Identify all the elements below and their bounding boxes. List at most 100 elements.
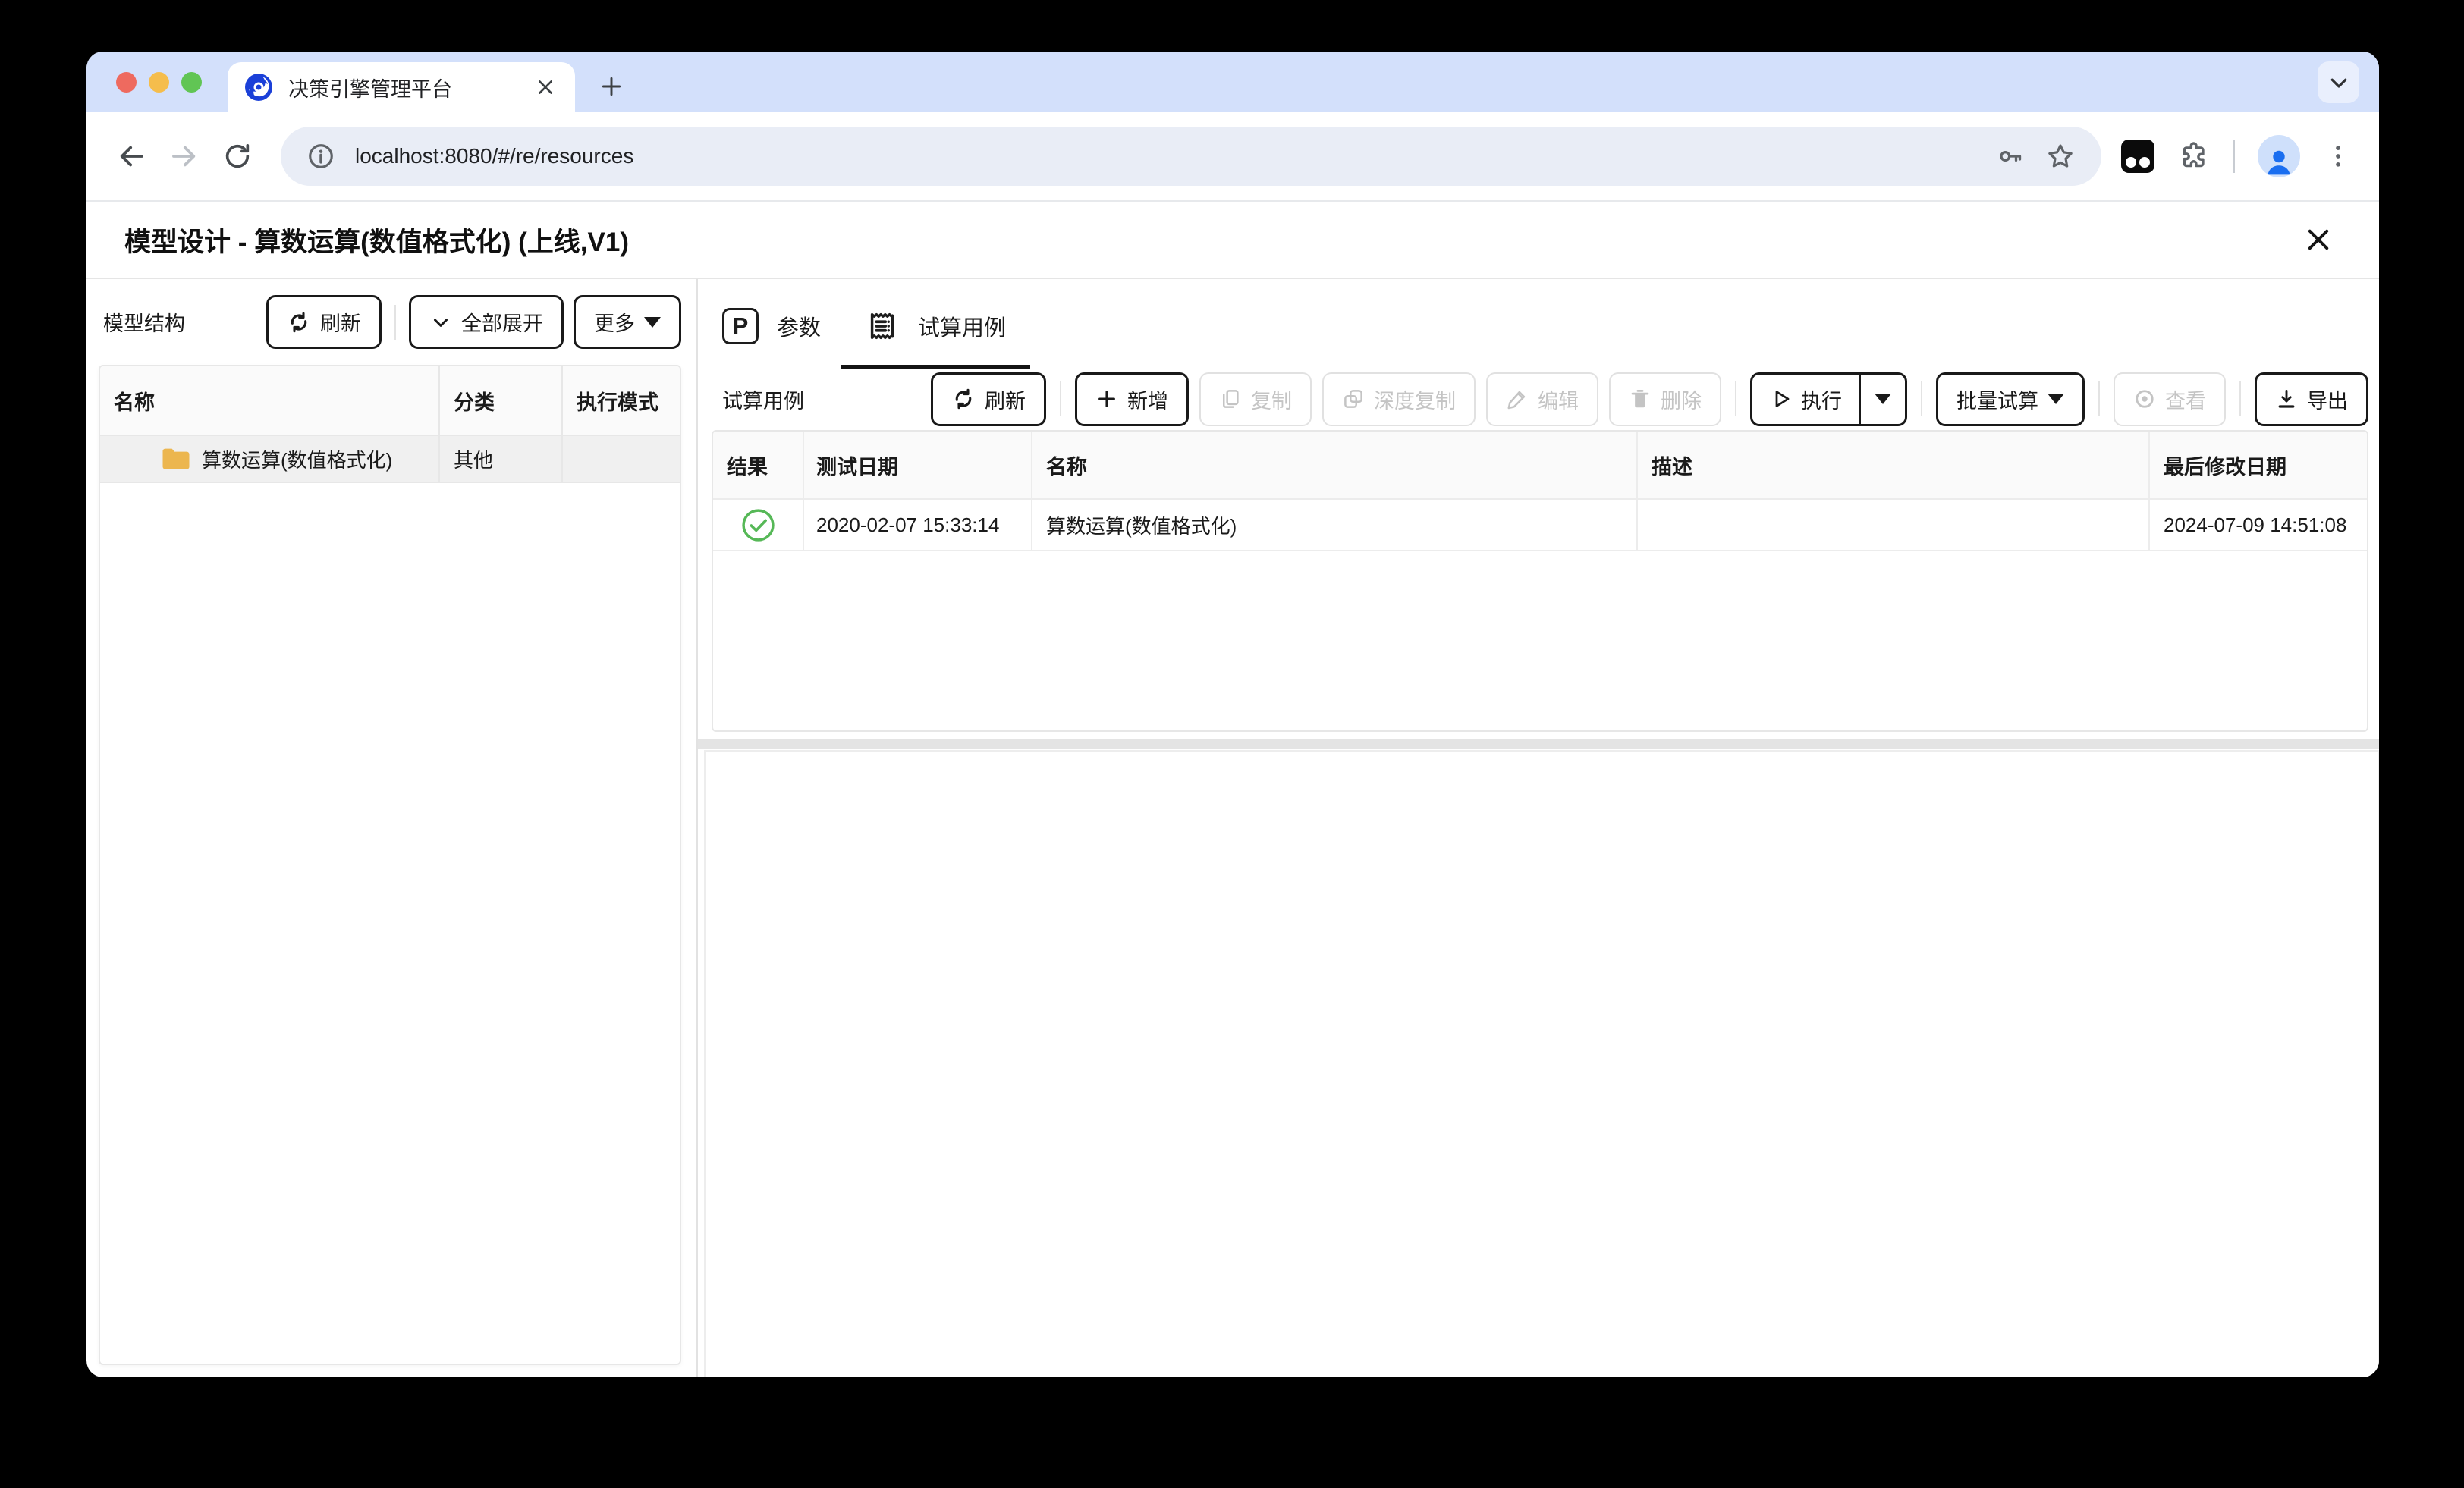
cases-refresh-button[interactable]: 刷新 <box>931 372 1046 426</box>
lower-empty-panel <box>704 750 2379 1377</box>
tree-col-exec-mode: 执行模式 <box>577 391 658 414</box>
model-structure-label: 模型结构 <box>103 312 185 335</box>
tab-trial-cases-label: 试算用例 <box>918 316 1007 341</box>
trial-cases-section-label: 试算用例 <box>722 389 804 413</box>
trial-cases-toolbar: 试算用例 刷新 新增 复制 深度复制 编辑 删除 执行 批量试算 查看 导出 <box>712 372 2368 426</box>
tab-strip: 决策引擎管理平台 <box>86 52 2379 112</box>
case-name: 算数运算(数值格式化) <box>1032 500 1638 550</box>
model-structure-panel: 模型结构 刷新 全部展开 更多 名称 分类 执行模式 算数运算(数值格式化) 其… <box>86 279 698 1377</box>
caret-down-icon <box>1875 394 1891 404</box>
folder-icon <box>161 446 191 472</box>
new-tab-button[interactable] <box>589 64 634 109</box>
favicon <box>244 73 273 102</box>
content-area: 模型结构 刷新 全部展开 更多 名称 分类 执行模式 算数运算(数值格式化) 其… <box>86 279 2379 1377</box>
deep-copy-button[interactable]: 深度复制 <box>1322 372 1476 426</box>
col-last-modified: 最后修改日期 <box>2164 455 2286 479</box>
modal-close-icon[interactable] <box>2302 223 2335 256</box>
extensions-puzzle-icon[interactable] <box>2177 140 2211 173</box>
add-case-label: 新增 <box>1127 389 1168 413</box>
tree-col-name: 名称 <box>100 366 440 435</box>
bookmark-star-icon[interactable] <box>2045 141 2076 171</box>
batch-trial-button[interactable]: 批量试算 <box>1936 372 2085 426</box>
case-row[interactable]: 2020-02-07 15:33:14 算数运算(数值格式化) 2024-07-… <box>713 500 2367 551</box>
detail-tabs: P 参数 试算用例 <box>712 279 2368 372</box>
batch-trial-label: 批量试算 <box>1956 389 2038 413</box>
page-title: 模型设计 - 算数运算(数值格式化) (上线,V1) <box>124 227 629 257</box>
browser-window: 决策引擎管理平台 localhost:8080/#/re/resources 模… <box>86 52 2379 1377</box>
cases-refresh-label: 刷新 <box>985 389 1026 413</box>
button-separator <box>394 304 396 340</box>
edit-case-label: 编辑 <box>1538 389 1579 413</box>
tab-search-button[interactable] <box>2318 61 2359 103</box>
edit-case-button[interactable]: 编辑 <box>1486 372 1598 426</box>
tab-parameters-label: 参数 <box>777 316 822 341</box>
deep-copy-label: 深度复制 <box>1374 389 1456 413</box>
cases-table-header: 结果 测试日期 名称 描述 最后修改日期 <box>713 432 2367 500</box>
execute-dropdown-button[interactable] <box>1861 375 1905 424</box>
tab-close-icon[interactable] <box>533 74 558 100</box>
caret-down-icon <box>644 316 661 328</box>
tree-row[interactable]: 算数运算(数值格式化) 其他 <box>100 436 680 483</box>
tree-row-name: 算数运算(数值格式化) <box>202 448 393 472</box>
execute-label: 执行 <box>1801 389 1842 413</box>
toolbar-right <box>2121 135 2358 177</box>
copy-case-label: 复制 <box>1251 389 1292 413</box>
model-structure-table: 名称 分类 执行模式 算数运算(数值格式化) 其他 <box>99 365 681 1365</box>
more-label: 更多 <box>594 312 635 335</box>
case-description <box>1638 500 2150 550</box>
execute-button[interactable]: 执行 <box>1752 375 1859 424</box>
receipt-list-icon <box>865 309 900 344</box>
caret-down-icon <box>2048 394 2064 404</box>
expand-all-button[interactable]: 全部展开 <box>409 295 564 349</box>
button-separator <box>2098 381 2100 416</box>
password-key-icon[interactable] <box>1995 141 2026 171</box>
browser-toolbar: localhost:8080/#/re/resources <box>86 112 2379 202</box>
tree-refresh-label: 刷新 <box>320 312 361 335</box>
case-last-modified: 2024-07-09 14:51:08 <box>2164 513 2347 536</box>
delete-case-label: 删除 <box>1661 389 1702 413</box>
window-minimize-light[interactable] <box>149 72 169 93</box>
tree-table-header: 名称 分类 执行模式 <box>100 366 680 436</box>
detail-panel: P 参数 试算用例 试算用例 刷新 新增 复制 深度复制 编辑 删除 执行 批量… <box>698 279 2379 1377</box>
tree-refresh-button[interactable]: 刷新 <box>266 295 382 349</box>
modal-header: 模型设计 - 算数运算(数值格式化) (上线,V1) <box>86 202 2379 279</box>
back-button[interactable] <box>108 133 155 180</box>
url-text[interactable]: localhost:8080/#/re/resources <box>355 144 1975 168</box>
export-button[interactable]: 导出 <box>2255 372 2368 426</box>
button-separator <box>2239 381 2241 416</box>
dark-extension-icon[interactable] <box>2121 140 2154 173</box>
delete-case-button[interactable]: 删除 <box>1609 372 1721 426</box>
tree-col-category: 分类 <box>440 366 563 435</box>
url-bar[interactable]: localhost:8080/#/re/resources <box>281 127 2101 186</box>
expand-all-label: 全部展开 <box>461 312 543 335</box>
col-test-date: 测试日期 <box>804 432 1032 498</box>
reload-button[interactable] <box>214 133 261 180</box>
parameters-icon: P <box>722 308 759 344</box>
browser-tab[interactable]: 决策引擎管理平台 <box>228 62 575 112</box>
col-result: 结果 <box>713 432 804 498</box>
view-case-button[interactable]: 查看 <box>2114 372 2226 426</box>
tree-row-category: 其他 <box>440 436 563 482</box>
tab-title: 决策引擎管理平台 <box>288 77 452 101</box>
tab-trial-cases[interactable]: 试算用例 <box>841 287 1031 369</box>
button-separator <box>1060 381 1061 416</box>
window-zoom-light[interactable] <box>181 72 202 93</box>
more-button[interactable]: 更多 <box>574 295 681 349</box>
case-test-date: 2020-02-07 15:33:14 <box>804 500 1032 550</box>
toolbar-separator <box>2233 140 2235 173</box>
add-case-button[interactable]: 新增 <box>1075 372 1189 426</box>
profile-avatar[interactable] <box>2258 135 2300 177</box>
site-info-icon[interactable] <box>306 142 335 171</box>
menu-kebab-icon[interactable] <box>2323 141 2353 171</box>
window-close-light[interactable] <box>116 72 137 93</box>
copy-case-button[interactable]: 复制 <box>1199 372 1312 426</box>
forward-button[interactable] <box>161 133 208 180</box>
view-case-label: 查看 <box>2165 389 2206 413</box>
button-separator <box>1735 381 1736 416</box>
tab-parameters[interactable]: P 参数 <box>712 287 841 369</box>
success-check-icon <box>740 507 776 543</box>
traffic-lights <box>116 72 202 93</box>
trial-cases-table: 结果 测试日期 名称 描述 最后修改日期 2020-02-07 15:33:14… <box>712 430 2368 732</box>
tree-row-exec-mode <box>563 436 680 482</box>
horizontal-splitter[interactable] <box>698 739 2379 749</box>
